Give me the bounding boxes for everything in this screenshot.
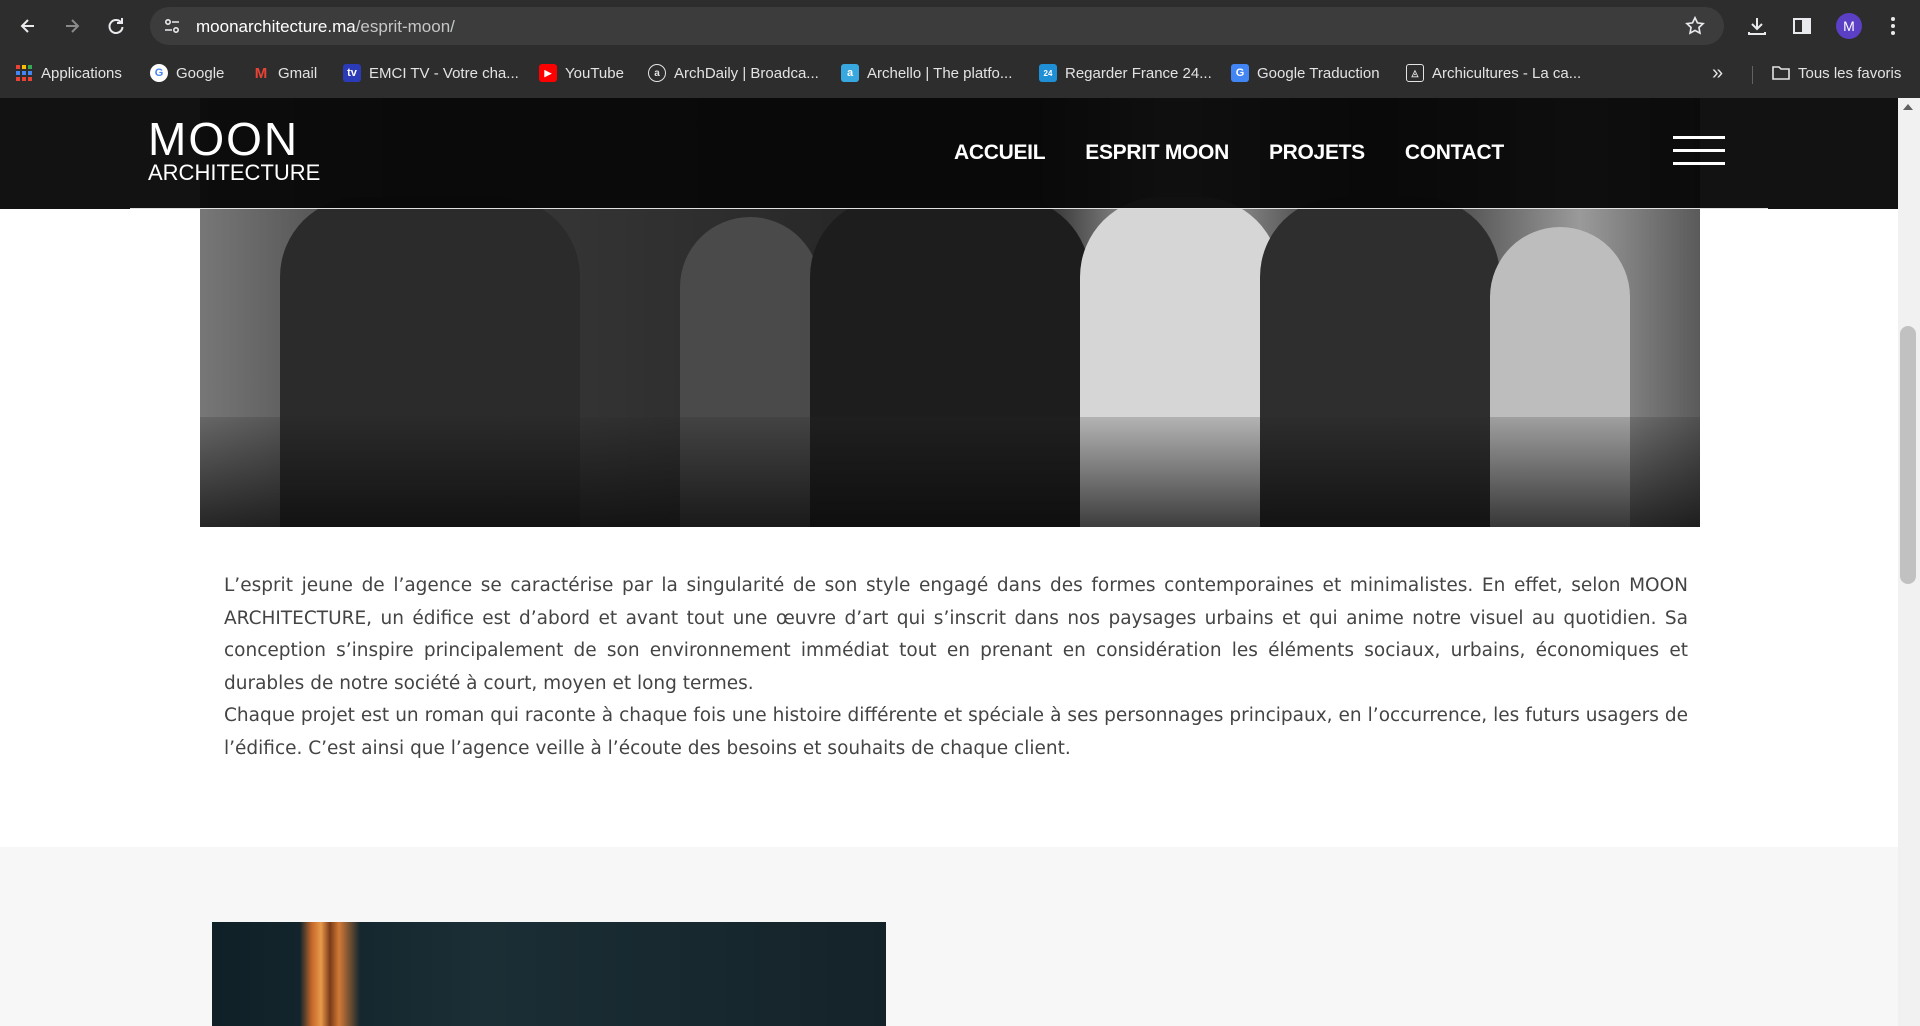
url-host: moonarchitecture.ma bbox=[196, 17, 356, 36]
project-image[interactable] bbox=[212, 922, 886, 1026]
photo-couch bbox=[200, 417, 1700, 527]
web-page: MOON ARCHITECTURE ACCUEIL ESPRIT MOON PR… bbox=[0, 98, 1898, 1026]
intro-paragraph: L’esprit jeune de l’agence se caractéris… bbox=[224, 575, 1688, 694]
google-icon: G bbox=[150, 64, 168, 82]
site-settings-icon[interactable] bbox=[162, 16, 182, 36]
nav-esprit-moon[interactable]: ESPRIT MOON bbox=[1085, 141, 1229, 165]
bookmark-gmail[interactable]: M Gmail bbox=[252, 62, 317, 84]
scroll-up-arrow-icon[interactable] bbox=[1903, 104, 1913, 110]
forward-button[interactable] bbox=[56, 10, 88, 42]
browser-chrome: moonarchitecture.ma/esprit-moon/ M Appli… bbox=[0, 0, 1920, 98]
hamburger-menu-icon[interactable] bbox=[1673, 136, 1725, 166]
scrollbar-thumb[interactable] bbox=[1900, 326, 1916, 584]
site-header: MOON ARCHITECTURE ACCUEIL ESPRIT MOON PR… bbox=[0, 98, 1898, 209]
all-bookmarks-label: Tous les favoris bbox=[1798, 64, 1902, 82]
bookmark-emci-tv[interactable]: tv EMCI TV - Votre cha... bbox=[343, 62, 519, 84]
browser-menu-button[interactable] bbox=[1880, 13, 1906, 39]
bookmark-france24[interactable]: 24 Regarder France 24... bbox=[1039, 62, 1212, 84]
france24-icon: 24 bbox=[1039, 64, 1057, 82]
bookmark-label: Archello | The platfo... bbox=[867, 64, 1013, 82]
url-text: moonarchitecture.ma/esprit-moon/ bbox=[196, 17, 455, 37]
bookmark-google[interactable]: G Google bbox=[150, 62, 224, 84]
browser-toolbar: moonarchitecture.ma/esprit-moon/ M bbox=[0, 0, 1920, 52]
bookmarks-overflow-button[interactable]: » bbox=[1712, 62, 1723, 84]
bookmark-label: YouTube bbox=[565, 64, 624, 82]
side-panel-button[interactable] bbox=[1789, 13, 1815, 39]
youtube-icon: ▶ bbox=[539, 64, 557, 82]
reload-icon bbox=[108, 18, 124, 34]
bookmark-label: Google bbox=[176, 64, 225, 82]
archello-icon: a bbox=[841, 64, 859, 82]
all-bookmarks-folder[interactable]: Tous les favoris bbox=[1772, 62, 1901, 84]
nav-accueil[interactable]: ACCUEIL bbox=[954, 141, 1046, 165]
bookmarks-bar: Applications G Google M Gmail tv EMCI TV… bbox=[0, 52, 1920, 94]
intro-text: L’esprit jeune de l’agence se caractéris… bbox=[224, 570, 1688, 765]
bookmark-applications[interactable]: Applications bbox=[15, 62, 122, 84]
back-button[interactable] bbox=[12, 10, 44, 42]
bookmark-label: Regarder France 24... bbox=[1065, 64, 1212, 82]
moon-architecture-logo[interactable]: MOON ARCHITECTURE bbox=[148, 116, 323, 186]
gmail-icon: M bbox=[254, 64, 268, 82]
bookmark-label: Applications bbox=[41, 64, 122, 82]
bookmark-label: ArchDaily | Broadca... bbox=[674, 64, 819, 82]
bookmark-archdaily[interactable]: a ArchDaily | Broadca... bbox=[648, 62, 819, 84]
folder-icon bbox=[1772, 64, 1790, 82]
header-divider bbox=[130, 208, 1768, 209]
bookmarks-separator bbox=[1752, 66, 1753, 84]
side-panel-icon bbox=[1793, 18, 1811, 34]
bookmark-archello[interactable]: a Archello | The platfo... bbox=[841, 62, 1012, 84]
google-translate-icon: G bbox=[1231, 64, 1249, 82]
profile-avatar[interactable]: M bbox=[1836, 13, 1862, 39]
download-icon bbox=[1748, 18, 1766, 35]
bookmark-star-icon[interactable] bbox=[1684, 15, 1706, 37]
url-path: /esprit-moon/ bbox=[355, 17, 455, 36]
address-bar[interactable]: moonarchitecture.ma/esprit-moon/ bbox=[150, 7, 1724, 45]
bookmark-label: Archicultures - La ca... bbox=[1432, 64, 1582, 82]
bookmark-archicultures[interactable]: ◬ Archicultures - La ca... bbox=[1406, 62, 1581, 84]
reload-button[interactable] bbox=[100, 10, 132, 42]
nav-contact[interactable]: CONTACT bbox=[1405, 141, 1504, 165]
bookmark-label: EMCI TV - Votre cha... bbox=[369, 64, 519, 82]
archicultures-icon: ◬ bbox=[1406, 64, 1424, 82]
bookmark-google-traduction[interactable]: G Google Traduction bbox=[1231, 62, 1380, 84]
apps-grid-icon bbox=[15, 64, 33, 82]
kebab-menu-icon bbox=[1891, 17, 1895, 35]
light-streak bbox=[300, 922, 360, 1026]
downloads-button[interactable] bbox=[1744, 13, 1770, 39]
main-navigation: ACCUEIL ESPRIT MOON PROJETS CONTACT bbox=[954, 141, 1544, 165]
nav-projets[interactable]: PROJETS bbox=[1269, 141, 1365, 165]
archdaily-icon: a bbox=[648, 64, 666, 82]
bookmark-label: Gmail bbox=[278, 64, 318, 82]
arrow-left-icon bbox=[20, 19, 34, 33]
bookmark-youtube[interactable]: ▶ YouTube bbox=[539, 62, 624, 84]
logo-wordmark-top: MOON bbox=[148, 113, 300, 165]
bookmark-label: Google Traduction bbox=[1257, 64, 1380, 82]
arrow-right-icon bbox=[66, 19, 80, 33]
emci-tv-icon: tv bbox=[343, 64, 361, 82]
intro-paragraph: Chaque projet est un roman qui raconte à… bbox=[224, 705, 1688, 759]
logo-wordmark-bottom: ARCHITECTURE bbox=[148, 160, 321, 185]
